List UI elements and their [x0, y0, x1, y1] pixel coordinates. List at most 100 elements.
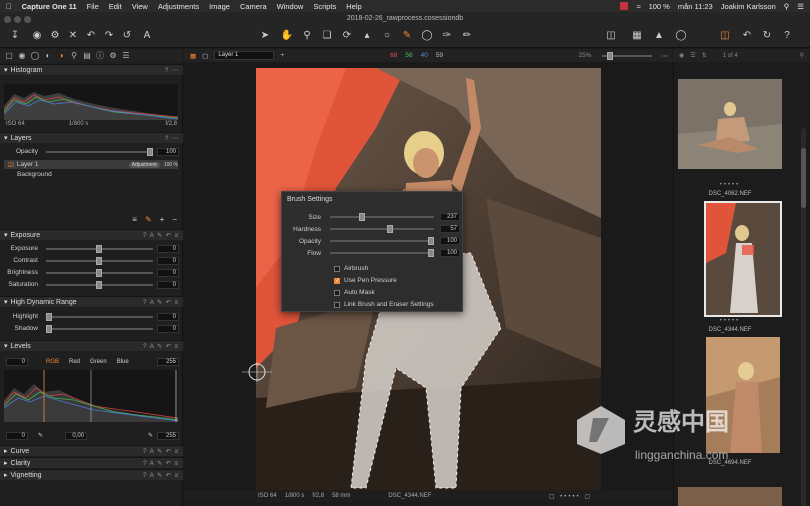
brush-hardness-value[interactable]: 57 [440, 225, 460, 233]
metadata-tab-icon[interactable]: ⓘ [95, 51, 105, 60]
menu-scripts[interactable]: Scripts [313, 2, 336, 11]
menu-camera[interactable]: Camera [240, 2, 267, 11]
menu-image[interactable]: Image [209, 2, 230, 11]
menu-help[interactable]: Help [346, 2, 361, 11]
shadow-value[interactable]: 0 [157, 324, 179, 333]
add-layer-icon[interactable]: + [160, 215, 165, 224]
slider-knob[interactable] [46, 312, 52, 321]
exposure-header[interactable]: ▾ Exposure ? A ✎ ↶ ≡ [0, 229, 183, 240]
output-tab-icon[interactable]: ⚙ [108, 51, 118, 60]
channel-green[interactable]: Green [90, 359, 107, 365]
slider-knob[interactable] [96, 256, 103, 265]
slider-knob[interactable] [96, 280, 103, 289]
airbrush-checkbox[interactable]: Airbrush [334, 264, 368, 273]
zoom-icon[interactable]: ⚲ [300, 30, 314, 42]
auto-mask-checkbox[interactable]: Auto Mask [334, 288, 375, 297]
layers-header[interactable]: ▾ Layers ? ⋯ [0, 132, 183, 143]
brush-hardness-slider[interactable] [330, 225, 434, 233]
histogram-header[interactable]: ▾ Histogram ? ⋯ [0, 64, 183, 75]
undo-icon[interactable]: ↶ [84, 30, 98, 42]
shadow-slider[interactable] [46, 324, 153, 333]
highlight-slider[interactable] [46, 312, 153, 321]
layer-item-background[interactable]: Background [4, 170, 178, 179]
zoom-options-icon[interactable]: ⋯ [662, 52, 669, 60]
select-cursor-icon[interactable]: ➤ [258, 30, 272, 42]
sync-icon[interactable]: ↻ [760, 30, 774, 42]
exposure-slider[interactable] [46, 244, 153, 253]
search-icon[interactable]: ⚲ [800, 52, 804, 59]
levels-graph[interactable] [4, 370, 178, 422]
menu-window[interactable]: Window [277, 2, 304, 11]
opacity-slider-knob[interactable] [147, 147, 153, 156]
help-icon[interactable]: ? [780, 30, 794, 42]
section-tools-icon[interactable]: ? A ✎ ↶ ≡ [143, 448, 183, 455]
single-view-icon[interactable]: ▢ [202, 52, 208, 60]
slider-knob[interactable] [96, 268, 103, 277]
search-icon[interactable]: ⚲ [784, 2, 790, 11]
slider-knob[interactable] [96, 244, 103, 253]
picker-icon[interactable]: ✑ [440, 30, 454, 42]
brightness-slider[interactable] [46, 268, 153, 277]
pen-pressure-checkbox[interactable]: ✓ Use Pen Pressure [334, 276, 397, 285]
vignetting-header[interactable]: ▸ Vignetting ? A ✎ ↶ ≡ [0, 469, 183, 480]
sort-icon[interactable]: ⇅ [702, 52, 707, 59]
batch-tab-icon[interactable]: ☰ [121, 51, 131, 60]
text-icon[interactable]: A [140, 30, 154, 42]
redo-icon[interactable]: ↷ [102, 30, 116, 42]
capture-tab-icon[interactable]: ◉ [17, 51, 27, 60]
library-tab-icon[interactable]: ▢ [4, 51, 14, 60]
section-tools-icon[interactable]: ? ⋯ [165, 135, 183, 142]
gradient-mask-icon[interactable]: ◯ [420, 30, 434, 42]
layer-menu-icon[interactable]: ≡ [132, 215, 137, 224]
levels-output-low[interactable]: 0 [6, 431, 28, 440]
brush-flow-slider[interactable] [330, 249, 434, 257]
menu-view[interactable]: View [132, 2, 148, 11]
menu-file[interactable]: File [87, 2, 99, 11]
rating-dots[interactable]: ▢ ••••• ▢ [549, 493, 592, 500]
view-icon[interactable]: ◉ [679, 52, 684, 59]
brush-opacity-value[interactable]: 100 [440, 237, 460, 245]
opacity-slider[interactable] [46, 147, 153, 156]
exposure-tab-icon[interactable]: ◑ [56, 51, 66, 60]
thumbnail-4[interactable] [678, 487, 782, 506]
highlight-value[interactable]: 0 [157, 312, 179, 321]
slider-knob[interactable] [428, 249, 434, 257]
slider-knob[interactable] [606, 51, 613, 60]
brush-icon[interactable]: ✎ [400, 30, 414, 42]
brush-layer-icon[interactable]: ✎ [145, 215, 152, 224]
opacity-value[interactable]: 100 [157, 147, 179, 156]
color-tab-icon[interactable]: ◐ [43, 51, 53, 60]
curve-header[interactable]: ▸ Curve ? A ✎ ↶ ≡ [0, 445, 183, 456]
crop-icon[interactable]: ❏ [320, 30, 334, 42]
hdr-header[interactable]: ▾ High Dynamic Range ? A ✎ ↶ ≡ [0, 296, 183, 307]
slider-knob[interactable] [387, 225, 394, 233]
list-icon[interactable]: ☰ [690, 52, 695, 59]
saturation-value[interactable]: 0 [157, 280, 179, 289]
delete-icon[interactable]: ✕ [66, 30, 80, 42]
slider-knob[interactable] [46, 324, 52, 333]
checkmark-icon[interactable]: ✓ [334, 277, 340, 284]
slider-knob[interactable] [359, 213, 366, 221]
copy-adjustments-icon[interactable]: ◫ [718, 30, 732, 42]
spot-removal-icon[interactable]: ○ [380, 30, 394, 42]
section-tools-icon[interactable]: ? A ✎ ↶ ≡ [143, 460, 183, 467]
thumbnail-1[interactable] [678, 79, 782, 169]
app-menu[interactable]: Capture One 11 [22, 2, 77, 11]
brush-opacity-slider[interactable] [330, 237, 434, 245]
section-tools-icon[interactable]: ? A ✎ ↶ ≡ [143, 299, 183, 306]
brush-flow-value[interactable]: 100 [440, 249, 460, 257]
checkbox-icon[interactable] [334, 301, 340, 308]
levels-midpoint[interactable]: 0,00 [65, 431, 88, 440]
process-icon[interactable]: ⚙ [48, 30, 62, 42]
eyedropper-light-icon[interactable]: ✎ [148, 432, 153, 439]
section-tools-icon[interactable]: ? A ✎ ↶ ≡ [143, 232, 183, 239]
clarity-header[interactable]: ▸ Clarity ? A ✎ ↶ ≡ [0, 457, 183, 468]
channel-red[interactable]: Red [69, 359, 80, 365]
contrast-slider[interactable] [46, 256, 153, 265]
clock[interactable]: mån 11:23 [678, 2, 713, 11]
link-brush-eraser-checkbox[interactable]: Link Brush and Eraser Settings [334, 300, 434, 309]
proof-icon[interactable]: ◯ [674, 30, 688, 42]
layer-item-layer1[interactable]: ☑ Layer 1 Adjustment 100 % [4, 160, 178, 169]
brightness-value[interactable]: 0 [157, 268, 179, 277]
grid-icon[interactable]: ▦ [630, 30, 644, 42]
